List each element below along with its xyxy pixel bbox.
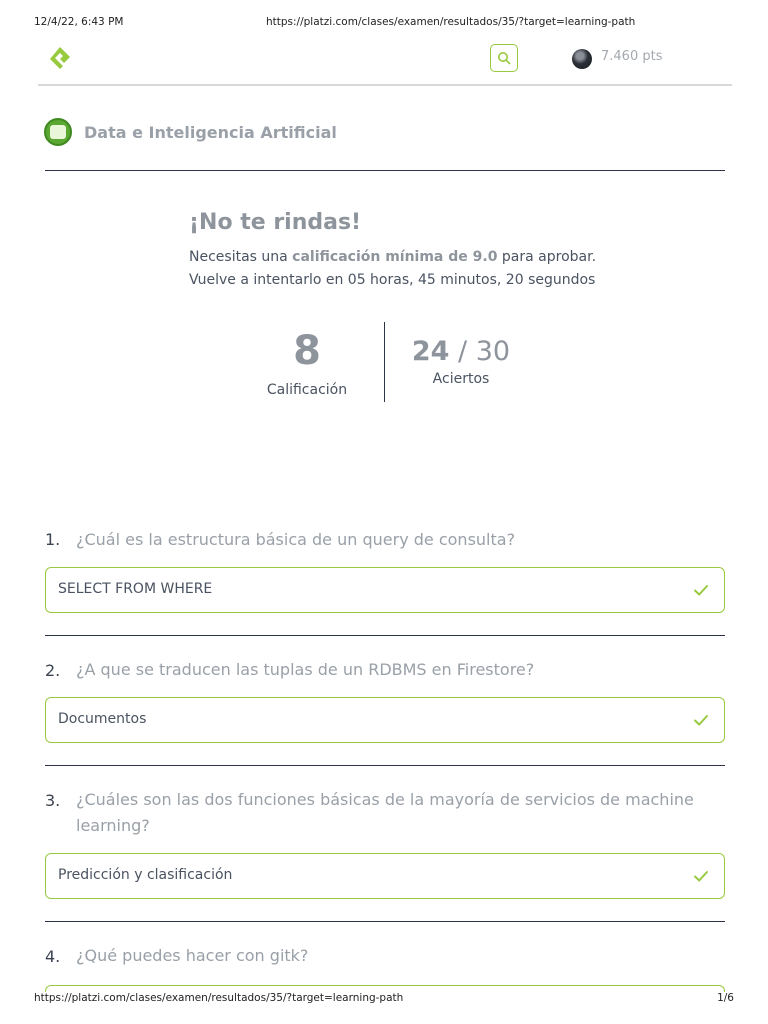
- question-number: 1.: [45, 530, 61, 549]
- result-title: ¡No te rindas!: [189, 210, 362, 235]
- check-icon: [694, 871, 708, 882]
- answer-option[interactable]: Predicción y clasificación: [45, 853, 725, 899]
- search-button[interactable]: [490, 44, 518, 72]
- answer-option[interactable]: SELECT FROM WHERE: [45, 567, 725, 613]
- correct-value: 24: [411, 336, 450, 367]
- top-navbar: 7.460 pts: [38, 38, 732, 86]
- answer-text: SELECT FROM WHERE: [58, 581, 213, 597]
- correct-label: Aciertos: [432, 371, 490, 387]
- min-grade-highlight: calificación mínima de 9.0: [292, 249, 498, 265]
- avatar[interactable]: [572, 49, 592, 69]
- question-text: ¿Cuáles son las dos funciones básicas de…: [76, 790, 694, 835]
- correct-separator: /: [458, 336, 468, 367]
- divider: [45, 921, 725, 922]
- print-header-url: https://platzi.com/clases/examen/resulta…: [266, 16, 636, 28]
- divider: [45, 170, 725, 171]
- total-value: 30: [475, 336, 511, 367]
- question-number: 4.: [45, 947, 61, 966]
- correct-count: 24 / 30: [402, 336, 520, 367]
- points-counter: 7.460 pts: [601, 49, 663, 64]
- retry-countdown: Vuelve a intentarlo en 05 horas, 45 minu…: [189, 272, 596, 288]
- print-datetime: 12/4/22, 6:43 PM: [34, 16, 124, 28]
- school-badge-icon: [44, 118, 72, 146]
- question-number: 3.: [45, 791, 61, 810]
- score-divider: [384, 322, 385, 402]
- platzi-logo-icon[interactable]: [46, 44, 74, 72]
- divider: [45, 765, 725, 766]
- question-text: ¿A que se traducen las tuplas de un RDBM…: [76, 660, 535, 679]
- print-footer-url: https://platzi.com/clases/examen/resulta…: [34, 992, 404, 1004]
- check-icon: [694, 585, 708, 596]
- answer-option[interactable]: Documentos: [45, 697, 725, 743]
- question-number: 2.: [45, 661, 61, 680]
- check-icon: [694, 715, 708, 726]
- requirement-text: Necesitas una calificación mínima de 9.0…: [189, 249, 597, 265]
- search-icon: [498, 52, 511, 65]
- print-footer: https://platzi.com/clases/examen/resulta…: [34, 992, 734, 1008]
- divider: [45, 635, 725, 636]
- question-text: ¿Qué puedes hacer con gitk?: [76, 946, 309, 965]
- score-label: Calificación: [266, 382, 348, 398]
- question-text: ¿Cuál es la estructura básica de un quer…: [76, 530, 516, 549]
- school-title[interactable]: Data e Inteligencia Artificial: [84, 123, 337, 142]
- answer-text: Documentos: [58, 711, 147, 727]
- answer-text: Predicción y clasificación: [58, 867, 233, 883]
- print-page-number: 1/6: [717, 992, 734, 1004]
- score-value: 8: [293, 328, 321, 374]
- print-header: 12/4/22, 6:43 PM https://platzi.com/clas…: [34, 16, 734, 30]
